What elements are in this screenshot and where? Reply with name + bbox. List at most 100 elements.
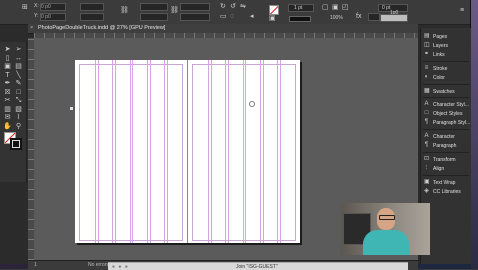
- panel-align[interactable]: ⫶ Align: [423, 165, 471, 174]
- direct-selection-tool-icon[interactable]: ➢: [14, 46, 23, 54]
- page-number[interactable]: 1: [34, 262, 37, 268]
- column-guide: [149, 60, 151, 243]
- column-guide: [208, 60, 210, 243]
- zoom-tool-icon[interactable]: ⚲: [14, 123, 23, 131]
- y-field-value: 0 p0: [41, 14, 51, 20]
- scissors-tool-icon[interactable]: ✂: [3, 97, 12, 105]
- pencil-tool-icon[interactable]: ✎: [14, 80, 23, 88]
- selection-tool-icon[interactable]: ➤: [3, 46, 12, 54]
- line-tool-icon[interactable]: ╲: [14, 72, 23, 80]
- gradient-feather-tool-icon[interactable]: ▧: [14, 106, 23, 114]
- panel-transform[interactable]: ⊡ Transform: [423, 156, 471, 165]
- panel-pages[interactable]: ▤ Pages: [423, 33, 471, 42]
- stroke-swatch-icon[interactable]: ▣: [269, 15, 276, 22]
- w-field[interactable]: [80, 3, 104, 11]
- scale-y-field[interactable]: [140, 13, 168, 21]
- panel-links[interactable]: ⚭ Links: [423, 51, 471, 60]
- pen-tool-icon[interactable]: ✒: [3, 80, 12, 88]
- select-content-icon[interactable]: ◌: [230, 13, 234, 20]
- select-previous-icon[interactable]: ◂: [250, 13, 254, 20]
- panel-separator: [423, 175, 469, 176]
- content-placer-icon[interactable]: ▤: [14, 63, 23, 71]
- column-guide: [112, 60, 114, 243]
- style-dropdown[interactable]: [380, 14, 408, 22]
- object-styles-icon: □: [424, 110, 429, 116]
- panel-label: Swatches: [433, 89, 455, 95]
- flip-horizontal-icon[interactable]: ⇋: [240, 3, 246, 10]
- type-tool-icon[interactable]: T: [3, 72, 12, 80]
- column-guide: [225, 60, 227, 243]
- eyedropper-tool-icon[interactable]: ⌇: [14, 114, 23, 122]
- rectangle-tool-icon[interactable]: □: [14, 89, 23, 97]
- meeting-title: Join "ISG-GUEST": [236, 264, 278, 270]
- effects-field[interactable]: [368, 13, 380, 21]
- panel-layers[interactable]: ◫ Layers: [423, 42, 471, 51]
- column-guide: [262, 60, 264, 243]
- fill-stroke-swatch[interactable]: [4, 132, 22, 150]
- panel-cc-libraries[interactable]: ◈ CC Libraries: [423, 188, 471, 197]
- rotate-cw-icon[interactable]: ↻: [220, 3, 226, 10]
- shear-field[interactable]: [180, 13, 210, 21]
- panel-label: Layers: [433, 43, 449, 49]
- gradient-tool-icon[interactable]: ▥: [3, 106, 12, 114]
- spread-spine: [187, 60, 188, 243]
- scale-x-field[interactable]: [140, 3, 168, 11]
- stroke-type-dropdown[interactable]: [289, 16, 311, 22]
- panel-separator: [423, 129, 469, 130]
- panel-stroke[interactable]: ≡ Stroke: [423, 65, 471, 74]
- paragraph-styles-icon: ¶: [424, 119, 429, 125]
- panel-menu-icon[interactable]: ≡: [460, 7, 464, 14]
- gap-tool-icon[interactable]: ↔: [14, 55, 23, 63]
- text-wrap-box-icon[interactable]: ▣: [332, 4, 339, 11]
- panel-label: Color: [433, 75, 445, 81]
- constrain-scale-icon[interactable]: ⛓: [170, 7, 179, 14]
- right-page[interactable]: [188, 60, 300, 243]
- character-styles-icon: A: [424, 101, 429, 107]
- rectangle-frame-tool-icon[interactable]: ☒: [3, 89, 12, 97]
- close-tab-icon[interactable]: ×: [30, 25, 33, 31]
- pasteboard-object[interactable]: [70, 107, 73, 110]
- cursor-icon: [249, 101, 255, 107]
- color-icon: ◐: [424, 74, 429, 80]
- column-guide: [95, 60, 97, 243]
- layers-icon: ◫: [424, 42, 430, 48]
- select-container-icon[interactable]: ▭: [220, 13, 227, 20]
- document-tab-label: PhotoPageDoubleTruck.indd @ 27% [GPU Pre…: [38, 25, 166, 31]
- effects-icon[interactable]: fx: [356, 13, 361, 20]
- corner-options-icon[interactable]: ◰: [342, 4, 349, 11]
- panel-label: Object Styles: [433, 111, 463, 117]
- column-guide: [260, 60, 262, 243]
- desktop-edge: [471, 0, 478, 269]
- panel-paragraph[interactable]: ¶ Paragraph: [423, 142, 471, 151]
- constrain-proportions-icon[interactable]: ⛓: [120, 7, 129, 14]
- column-guide: [279, 60, 281, 243]
- content-collector-icon[interactable]: ▣: [3, 63, 12, 71]
- panel-text-wrap[interactable]: ▣ Text Wrap: [423, 179, 471, 188]
- panel-character[interactable]: A Character: [423, 133, 471, 142]
- column-guide: [277, 60, 279, 243]
- panel-color[interactable]: ◐ Color: [423, 74, 471, 83]
- column-guide: [245, 60, 247, 243]
- panel-object-styles[interactable]: □ Object Styles: [423, 110, 471, 119]
- left-page[interactable]: [75, 60, 187, 243]
- panel-swatches[interactable]: ▦ Swatches: [423, 88, 471, 97]
- reference-point-icon[interactable]: ⊞: [22, 4, 28, 11]
- note-tool-icon[interactable]: ✉: [3, 114, 12, 122]
- hand-tool-icon[interactable]: ✋: [3, 123, 12, 131]
- window-controls[interactable]: ● ● ●: [112, 264, 129, 270]
- panel-paragraph-styl[interactable]: ¶ Paragraph Styl...: [423, 119, 471, 128]
- stroke-swatch-icon[interactable]: [10, 138, 22, 150]
- free-transform-tool-icon[interactable]: ⤡: [14, 97, 23, 105]
- text-wrap-none-icon[interactable]: ▢: [322, 4, 329, 11]
- character-icon: A: [424, 133, 429, 139]
- page-spread[interactable]: [75, 60, 300, 243]
- transform-icon: ⊡: [424, 156, 430, 162]
- align-icon: ⫶: [425, 165, 428, 171]
- rotate-field[interactable]: [180, 3, 210, 11]
- h-field[interactable]: [80, 13, 104, 21]
- panel-character-styl[interactable]: A Character Styl...: [423, 101, 471, 110]
- page-tool-icon[interactable]: ▯: [3, 55, 12, 63]
- fill-swatch[interactable]: [269, 5, 279, 15]
- column-guide: [132, 60, 134, 243]
- rotate-ccw-icon[interactable]: ↺: [230, 3, 236, 10]
